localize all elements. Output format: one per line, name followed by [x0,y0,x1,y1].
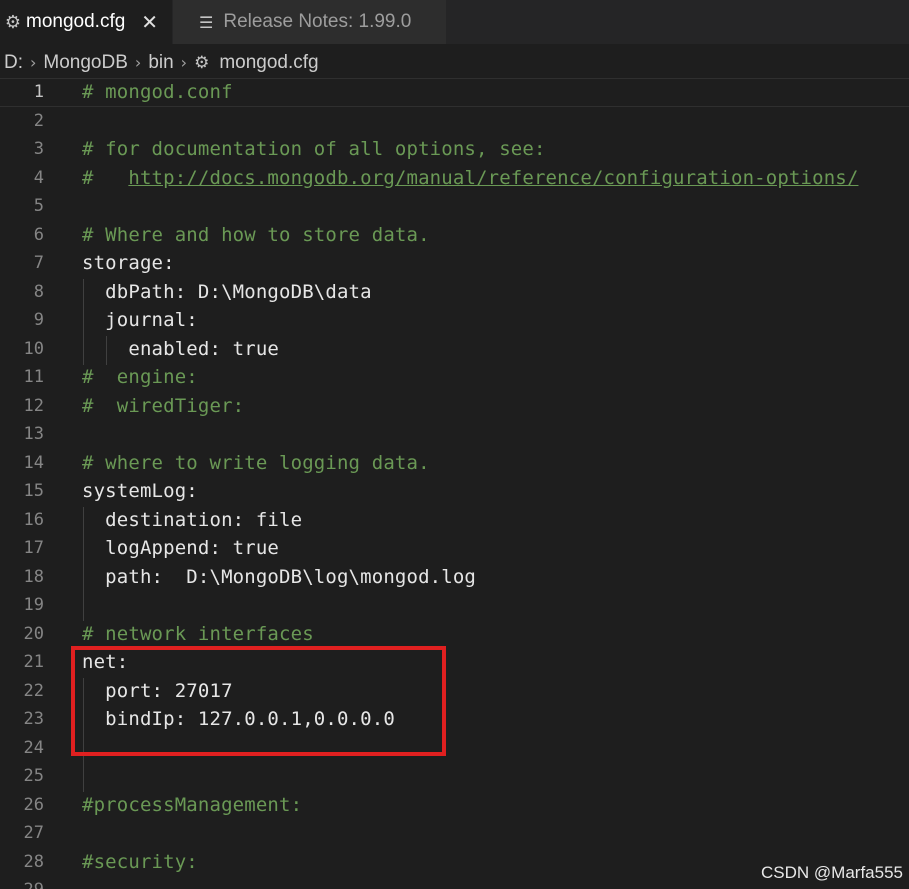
document-icon: ☰ [199,12,214,32]
breadcrumb: D: › MongoDB › bin › ⚙ mongod.cfg [0,44,909,81]
line-number: 15 [23,481,44,502]
code-text: # Where and how to store data. [82,223,430,246]
tab-mongod-cfg[interactable]: ⚙ mongod.cfg ✕ [0,0,173,44]
line-number: 25 [23,766,44,787]
code-text: # wiredTiger: [82,394,245,417]
code-line[interactable]: 2 [0,107,909,136]
gear-icon: ⚙ [4,11,22,32]
docs-link[interactable]: http://docs.mongodb.org/manual/reference… [128,167,858,189]
tab-label: mongod.cfg [26,11,126,32]
line-number: 23 [23,709,44,730]
line-number: 11 [23,367,44,388]
code-text: systemLog: [82,480,198,503]
line-number: 20 [23,623,44,644]
code-line[interactable]: 17 logAppend: true [0,534,909,563]
line-number: 14 [23,452,44,473]
line-number: 29 [0,880,44,889]
code-text: destination: file [82,508,303,531]
code-line[interactable]: 6 # Where and how to store data. [0,221,909,250]
code-line[interactable]: 20 # network interfaces [0,620,909,649]
line-number: 28 [23,851,44,872]
line-number: 27 [23,823,44,844]
code-line[interactable]: 3 # for documentation of all options, see… [0,135,909,164]
breadcrumb-item-bin[interactable]: bin [148,52,173,74]
code-text: logAppend: true [82,537,280,560]
line-number: 21 [23,652,44,673]
code-line[interactable]: 4 # http://docs.mongodb.org/manual/refere… [0,164,909,193]
code-text: #security: [82,850,198,873]
code-text: # network interfaces [82,622,314,645]
chevron-right-icon: › [134,53,142,72]
line-number: 12 [23,395,44,416]
code-line[interactable]: 11 # engine: [0,363,909,392]
line-number: 26 [23,794,44,815]
code-text: enabled: true [82,337,280,360]
line-number: 19 [23,595,44,616]
line-number: 9 [33,310,44,331]
watermark: CSDN @Marfa555 [761,863,903,882]
code-line[interactable]: 13 [0,420,909,449]
line-number: 16 [23,509,44,530]
chevron-right-icon: › [30,53,37,72]
tab-bar: ⚙ mongod.cfg ✕ ☰ Release Notes: 1.99.0 [0,0,909,44]
code-line[interactable]: 25 [0,762,909,791]
breadcrumb-item-file[interactable]: mongod.cfg [219,52,318,74]
code-line[interactable]: 19 [0,591,909,620]
line-number: 5 [33,196,44,217]
code-line[interactable]: 15 systemLog: [0,477,909,506]
code-text: path: D:\MongoDB\log\mongod.log [82,565,477,588]
line-number: 17 [23,538,44,559]
code-line[interactable]: 10 enabled: true [0,335,909,364]
code-text: # mongod.conf [82,81,233,104]
line-number: 7 [33,253,44,274]
line-number: 24 [23,737,44,758]
code-line[interactable]: 27 [0,819,909,848]
line-number: 6 [33,224,44,245]
code-line[interactable]: 12 # wiredTiger: [0,392,909,421]
code-line[interactable]: 5 [0,192,909,221]
line-number: 2 [33,110,44,131]
code-line[interactable]: 7 storage: [0,249,909,278]
line-number: 3 [33,139,44,160]
highlight-box [71,646,446,756]
tab-label: Release Notes: 1.99.0 [223,11,412,32]
gear-icon: ⚙ [194,52,210,72]
line-number: 4 [33,167,44,188]
code-line[interactable]: 18 path: D:\MongoDB\log\mongod.log [0,563,909,592]
comment-prefix: # [82,166,129,189]
code-text: # engine: [82,366,198,389]
tab-release-notes[interactable]: ☰ Release Notes: 1.99.0 [173,0,447,44]
breadcrumb-item-mongodb[interactable]: MongoDB [43,52,128,74]
code-text: # for documentation of all options, see: [82,138,546,161]
line-number: 22 [23,680,44,701]
code-line[interactable]: 8 dbPath: D:\MongoDB\data [0,278,909,307]
code-text: journal: [82,309,198,332]
code-line[interactable]: 1 # mongod.conf [0,78,909,107]
code-line[interactable]: 16 destination: file [0,506,909,535]
chevron-right-icon: › [180,53,188,72]
line-number: 8 [33,281,44,302]
code-line[interactable]: 9 journal: [0,306,909,335]
line-number: 18 [23,566,44,587]
code-text: #processManagement: [82,793,303,816]
vscode-window: ⚙ mongod.cfg ✕ ☰ Release Notes: 1.99.0 D… [0,0,909,889]
line-number: 1 [33,82,44,103]
code-text: dbPath: D:\MongoDB\data [82,280,372,303]
code-editor[interactable]: 1 # mongod.conf 2 3 # for documentation of a… [0,78,909,889]
code-line[interactable]: 26 #processManagement: [0,791,909,820]
code-text: # http://docs.mongodb.org/manual/referen… [82,167,858,189]
code-text: storage: [82,252,175,275]
line-number: 13 [23,424,44,445]
code-text: # where to write logging data. [82,451,430,474]
code-line[interactable]: 14 # where to write logging data. [0,449,909,478]
line-number: 10 [23,338,44,359]
breadcrumb-item-drive[interactable]: D: [4,52,23,74]
close-icon[interactable]: ✕ [141,10,158,35]
